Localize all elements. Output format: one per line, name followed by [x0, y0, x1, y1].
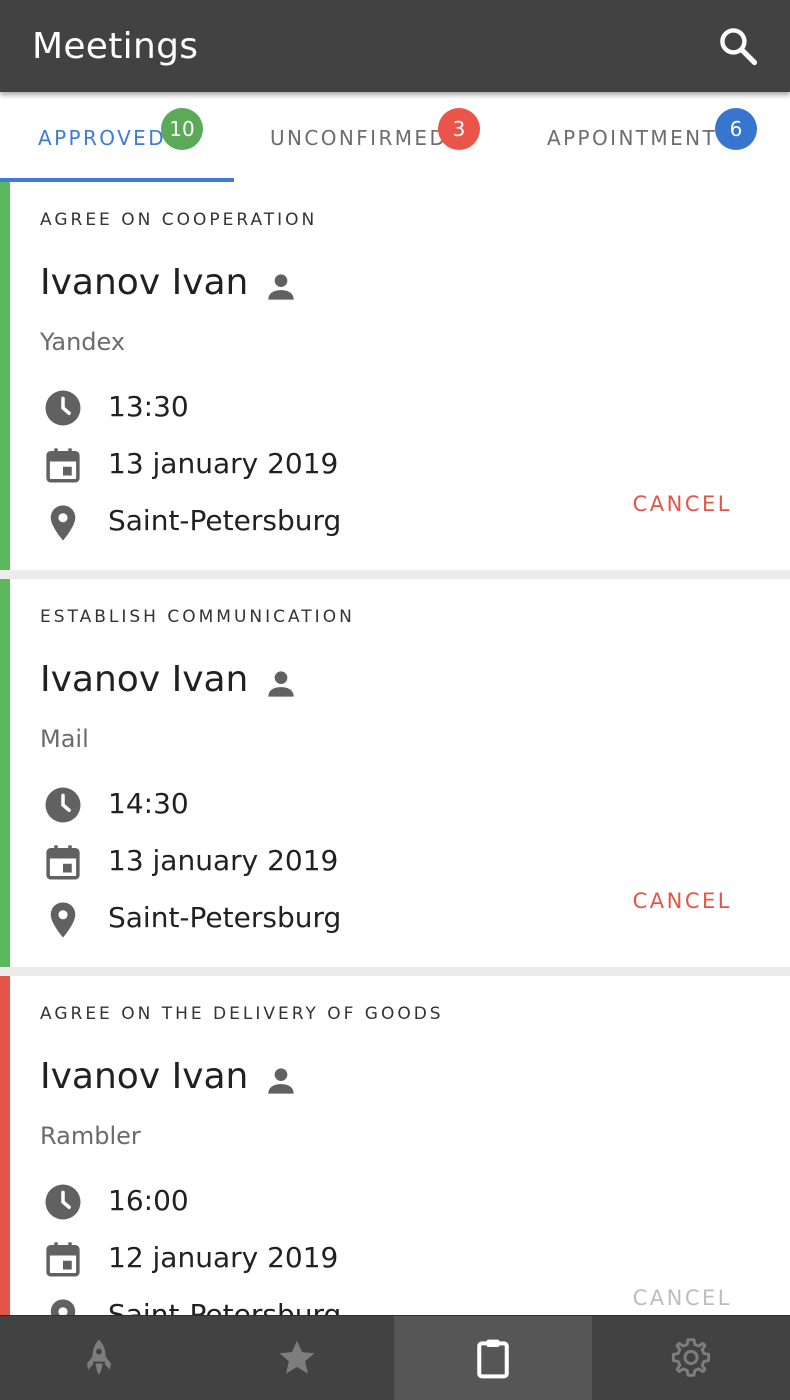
unconfirmed-count-badge: 3 [438, 108, 480, 150]
status-stripe [0, 976, 10, 1315]
company-name: Rambler [40, 1122, 141, 1150]
cancel-button[interactable]: CANCEL [633, 1286, 732, 1310]
search-icon [720, 28, 758, 66]
tab-label: APPROVED [38, 126, 167, 150]
meeting-place: Saint-Petersburg [108, 901, 342, 934]
meeting-date: 13 january 2019 [108, 844, 339, 877]
location-pin-icon [50, 505, 76, 541]
company-name: Yandex [40, 328, 126, 356]
clock-icon [45, 787, 81, 823]
meeting-place: Saint-Petersburg [108, 1298, 342, 1315]
gear-icon [671, 1338, 711, 1377]
nav-item-settings[interactable] [592, 1316, 790, 1400]
meeting-date: 13 january 2019 [108, 447, 339, 480]
meeting-date: 12 january 2019 [108, 1241, 339, 1274]
app-bar: Meetings [0, 0, 790, 92]
cancel-button[interactable]: CANCEL [633, 492, 732, 516]
meeting-list[interactable]: AGREE ON COOPERATION Ivanov Ivan Yandex … [0, 182, 790, 1315]
page-title: Meetings [32, 26, 199, 67]
calendar-icon [46, 448, 80, 483]
person-icon [268, 1068, 294, 1094]
calendar-icon [46, 1242, 80, 1277]
contact-name: Ivanov Ivan [40, 262, 249, 303]
clock-icon [45, 1184, 81, 1220]
meeting-place: Saint-Petersburg [108, 504, 342, 537]
nav-item-favorites[interactable] [198, 1316, 396, 1400]
person-icon [268, 671, 294, 697]
nav-item-meetings[interactable] [394, 1316, 592, 1400]
tab-unconfirmed[interactable]: UNCONFIRMED 3 [234, 92, 504, 182]
rocket-icon [87, 1339, 111, 1375]
approved-count-badge: 10 [161, 108, 203, 150]
search-button[interactable] [716, 24, 760, 68]
tab-approved[interactable]: APPROVED 10 [0, 92, 234, 182]
meeting-topic: AGREE ON COOPERATION [40, 210, 318, 230]
contact-name: Ivanov Ivan [40, 659, 249, 700]
meeting-card[interactable]: ESTABLISH COMMUNICATION Ivanov Ivan Mail… [0, 579, 790, 967]
meeting-time: 13:30 [108, 390, 189, 423]
person-icon [268, 274, 294, 300]
location-pin-icon [50, 1299, 76, 1315]
nav-item-rocket[interactable] [0, 1316, 198, 1400]
star-icon [279, 1340, 315, 1374]
status-stripe [0, 579, 10, 967]
tab-appointment[interactable]: APPOINTMENT 6 [504, 92, 790, 182]
meeting-time: 14:30 [108, 787, 189, 820]
clipboard-icon [477, 1339, 509, 1379]
meeting-time: 16:00 [108, 1184, 189, 1217]
calendar-icon [46, 845, 80, 880]
cancel-button[interactable]: CANCEL [633, 889, 732, 913]
location-pin-icon [50, 902, 76, 938]
tab-bar: APPROVED 10 UNCONFIRMED 3 APPOINTMENT 6 [0, 92, 790, 182]
tab-label: APPOINTMENT [547, 126, 718, 150]
meeting-card[interactable]: AGREE ON THE DELIVERY OF GOODS Ivanov Iv… [0, 976, 790, 1315]
tab-label: UNCONFIRMED [270, 126, 448, 150]
meeting-topic: AGREE ON THE DELIVERY OF GOODS [40, 1004, 444, 1024]
company-name: Mail [40, 725, 89, 753]
clock-icon [45, 390, 81, 426]
meeting-card[interactable]: AGREE ON COOPERATION Ivanov Ivan Yandex … [0, 182, 790, 570]
contact-name: Ivanov Ivan [40, 1056, 249, 1097]
active-tab-indicator [0, 178, 234, 182]
status-stripe [0, 182, 10, 570]
bottom-navigation [0, 1315, 790, 1400]
appointment-count-badge: 6 [715, 108, 757, 150]
meeting-topic: ESTABLISH COMMUNICATION [40, 607, 355, 627]
